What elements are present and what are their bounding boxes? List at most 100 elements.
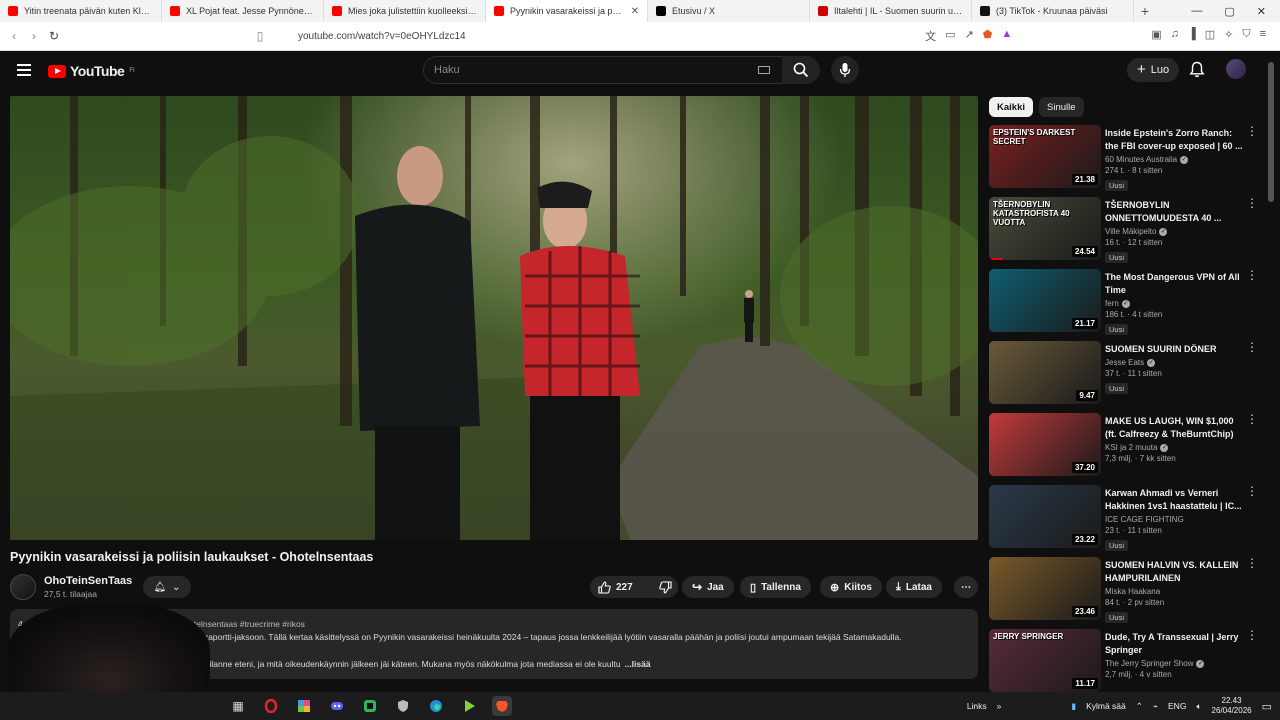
recommended-video[interactable]: TŠERNOBYLIN KATASTROFISTA 40 VUOTTA 24.54…: [989, 197, 1259, 263]
video-channel[interactable]: KSI ja 2 muuta: [1105, 443, 1157, 452]
photos-icon[interactable]: [294, 696, 314, 716]
video-channel[interactable]: fern: [1105, 299, 1119, 308]
video-title[interactable]: SUOMEN SUURIN DÖNER: [1105, 343, 1243, 356]
chip-all[interactable]: Kaikki: [989, 97, 1033, 117]
volume-icon[interactable]: 🔈︎: [1196, 701, 1201, 712]
video-channel[interactable]: Jesse Eats: [1105, 358, 1144, 367]
more-vertical-icon[interactable]: ⋮: [1246, 269, 1258, 281]
edge-icon[interactable]: [426, 696, 446, 716]
opera-icon[interactable]: [261, 696, 281, 716]
reload-icon[interactable]: ↻: [44, 29, 64, 43]
video-thumbnail[interactable]: TŠERNOBYLIN KATASTROFISTA 40 VUOTTA 24.54: [989, 197, 1101, 260]
search-button[interactable]: [782, 56, 820, 84]
video-title[interactable]: Inside Epstein's Zorro Ranch: the FBI co…: [1105, 127, 1243, 153]
rewards-icon[interactable]: ▲: [1001, 28, 1012, 44]
browser-tab[interactable]: (3) TikTok - Kruunaa päiväsi: [972, 0, 1134, 22]
more-vertical-icon[interactable]: ⋮: [1246, 485, 1258, 497]
recommended-video[interactable]: 37.20 MAKE US LAUGH, WIN $1,000 (ft. Calf…: [989, 413, 1259, 477]
recommended-video[interactable]: 21.17 The Most Dangerous VPN of All Time f…: [989, 269, 1259, 335]
more-vertical-icon[interactable]: ⋮: [1246, 413, 1258, 425]
minimize-icon[interactable]: —: [1191, 5, 1202, 18]
channel-name[interactable]: OhoTeinSenTaas: [44, 575, 132, 587]
menu-hamburger-icon[interactable]: [17, 64, 31, 76]
browser-tab[interactable]: Mies joka julistettiin kuolleeksi – min: [324, 0, 486, 22]
save-button[interactable]: ▯ Tallenna: [740, 576, 811, 598]
share-button[interactable]: ↪ Jaa: [682, 576, 734, 598]
more-vertical-icon[interactable]: ⋮: [1246, 341, 1258, 353]
video-player[interactable]: [10, 96, 978, 540]
sidebar-icon[interactable]: ▐: [1188, 28, 1196, 44]
scrollbar-thumb[interactable]: [1268, 62, 1274, 202]
video-channel[interactable]: ICE CAGE FIGHTING: [1105, 515, 1184, 524]
subscribed-notifications-button[interactable]: 🔔︎ ⌄: [143, 576, 191, 598]
tray-overflow-icon[interactable]: ⌃: [1136, 701, 1143, 712]
download-button[interactable]: ⤓ Lataa: [886, 576, 942, 598]
app-green-icon[interactable]: [360, 696, 380, 716]
video-thumbnail[interactable]: 23.22: [989, 485, 1101, 548]
video-thumbnail[interactable]: 21.17: [989, 269, 1101, 332]
video-title[interactable]: The Most Dangerous VPN of All Time: [1105, 271, 1243, 297]
video-channel[interactable]: Miska Haakana: [1105, 587, 1160, 596]
recommended-video[interactable]: EPSTEIN'S DARKEST SECRET 21.38 Inside Epst…: [989, 125, 1259, 191]
video-channel[interactable]: The Jerry Springer Show: [1105, 659, 1193, 668]
close-window-icon[interactable]: ✕: [1257, 5, 1266, 18]
search-box[interactable]: [423, 56, 783, 84]
video-thumbnail[interactable]: EPSTEIN'S DARKEST SECRET 21.38: [989, 125, 1101, 188]
video-thumbnail[interactable]: 37.20: [989, 413, 1101, 476]
close-tab-icon[interactable]: ✕: [631, 6, 639, 17]
recommended-video[interactable]: JERRY SPRINGER 11.17 Dude, Try A Transsexu…: [989, 629, 1259, 693]
like-button[interactable]: 227: [590, 576, 641, 598]
browser-tab[interactable]: Etusivu / X: [648, 0, 810, 22]
video-channel[interactable]: 60 Minutes Australia: [1105, 155, 1177, 164]
brave-shield-icon[interactable]: ⬟: [983, 28, 993, 44]
recommended-video[interactable]: 23.22 Karwan Ahmadi vs Verneri Hakkinen 1…: [989, 485, 1259, 551]
video-title[interactable]: TŠERNOBYLIN ONNETTOMUUDESTA 40 ...: [1105, 199, 1243, 225]
links-toolbar[interactable]: Links: [967, 701, 987, 711]
network-icon[interactable]: ⌁: [1153, 701, 1158, 712]
bookmark-icon[interactable]: ▯: [250, 29, 270, 43]
more-vertical-icon[interactable]: ⋮: [1246, 197, 1258, 209]
chevron-up-small-icon[interactable]: »: [997, 701, 1002, 711]
video-thumbnail[interactable]: 23.46: [989, 557, 1101, 620]
notifications-button[interactable]: [1189, 61, 1205, 83]
keyboard-icon[interactable]: [758, 66, 770, 74]
cast-icon[interactable]: ▭: [945, 28, 955, 44]
translate-icon[interactable]: 文: [925, 28, 936, 44]
music-icon[interactable]: ♫: [1171, 28, 1179, 44]
clock[interactable]: 22.43 26/04/2026: [1212, 696, 1252, 716]
brave-icon[interactable]: [492, 696, 512, 716]
video-thumbnail[interactable]: 9.47: [989, 341, 1101, 404]
shield-app-icon[interactable]: [393, 696, 413, 716]
new-tab-icon[interactable]: +: [1134, 3, 1156, 19]
channel-avatar[interactable]: [10, 574, 36, 600]
video-title[interactable]: MAKE US LAUGH, WIN $1,000 (ft. Calfreezy…: [1105, 415, 1243, 441]
more-vertical-icon[interactable]: ⋮: [1246, 557, 1258, 569]
browser-tab[interactable]: XL Pojat feat. Jesse Pynnönen - You: [162, 0, 324, 22]
leo-icon[interactable]: ✧: [1224, 28, 1233, 44]
recommended-video[interactable]: 9.47 SUOMEN SUURIN DÖNER Jesse Eats ✓ 37 t. …: [989, 341, 1259, 405]
more-actions-button[interactable]: ⋯: [954, 576, 978, 598]
voice-search-button[interactable]: [831, 56, 859, 84]
play-app-icon[interactable]: [459, 696, 479, 716]
maximize-icon[interactable]: ▢: [1224, 5, 1234, 18]
show-more-link[interactable]: ...lisää: [625, 659, 651, 669]
video-title[interactable]: Dude, Try A Transsexual | Jerry Springer: [1105, 631, 1243, 657]
video-channel[interactable]: Ville Mäkipelto: [1105, 227, 1156, 236]
back-icon[interactable]: ‹: [4, 29, 24, 43]
page-scrollbar[interactable]: [1268, 56, 1274, 688]
wallet-icon[interactable]: ▣: [1151, 28, 1161, 44]
url-text[interactable]: youtube.com/watch?v=0eOHYLdzc14: [298, 31, 466, 42]
weather-text[interactable]: Kylmä sää: [1086, 701, 1126, 711]
account-avatar[interactable]: [1226, 59, 1246, 79]
video-title[interactable]: SUOMEN HALVIN VS. KALLEIN HAMPURILAINEN: [1105, 559, 1243, 585]
thanks-button[interactable]: ⊕ Kiitos: [820, 576, 882, 598]
browser-tab[interactable]: Pyynikin vasarakeissi ja poliis ✕: [486, 0, 648, 22]
video-title[interactable]: Karwan Ahmadi vs Verneri Hakkinen 1vs1 h…: [1105, 487, 1243, 513]
more-vertical-icon[interactable]: ⋮: [1246, 125, 1258, 137]
create-button[interactable]: + Luo: [1127, 58, 1180, 82]
task-view-icon[interactable]: ▦: [228, 696, 248, 716]
share-page-icon[interactable]: ↗: [965, 28, 974, 44]
browser-tab[interactable]: Iltalehti | IL - Suomen suurin uutispa: [810, 0, 972, 22]
language-indicator[interactable]: ENG: [1168, 701, 1186, 711]
forward-icon[interactable]: ›: [24, 29, 44, 43]
